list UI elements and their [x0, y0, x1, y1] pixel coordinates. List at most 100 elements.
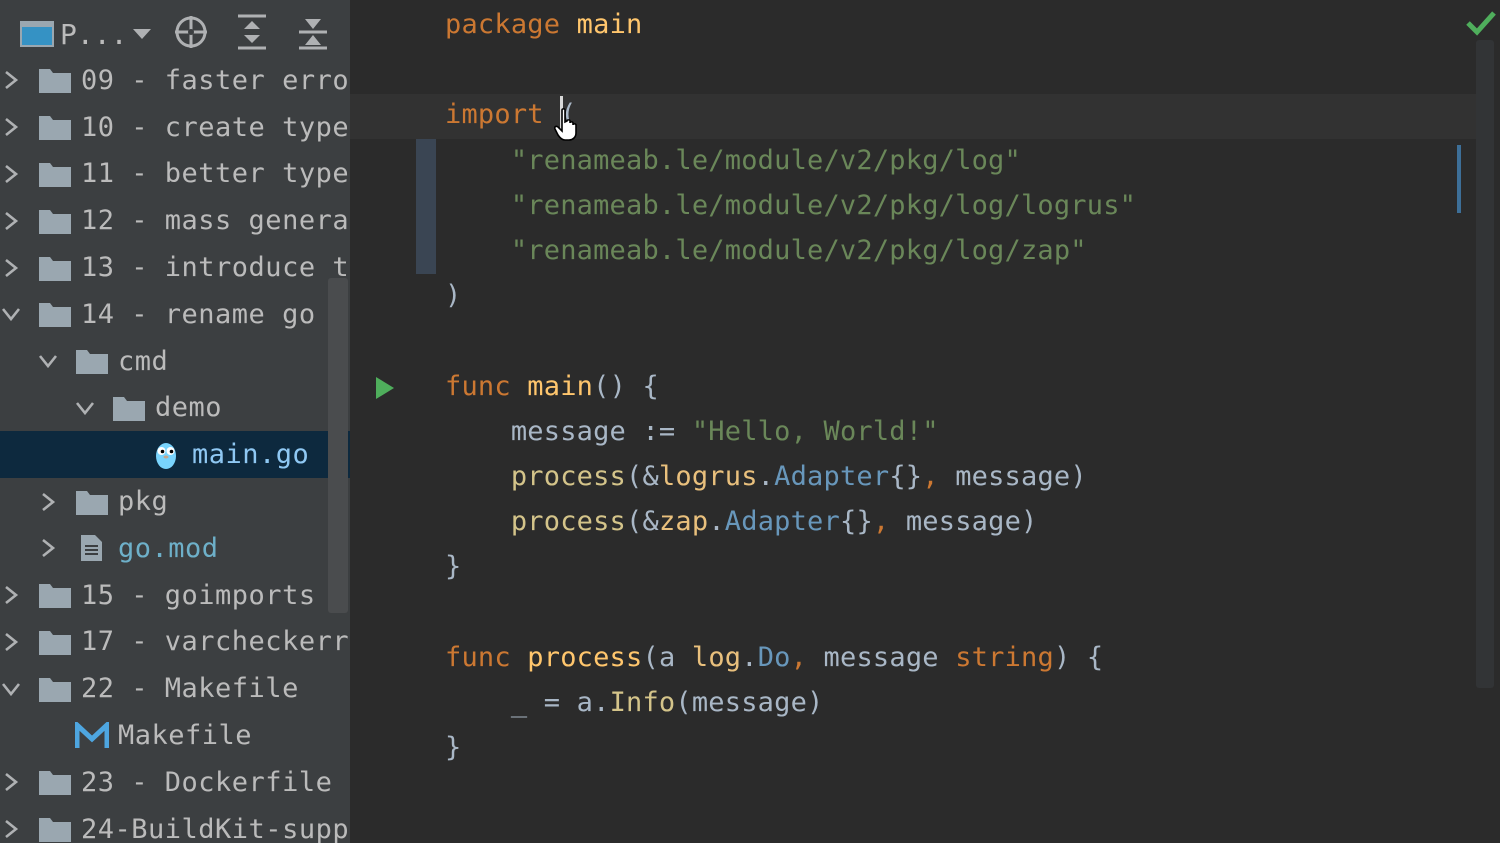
- code-token: Adapter: [724, 506, 840, 538]
- tree-item[interactable]: 14 - rename go m: [0, 291, 350, 338]
- code-line[interactable]: }: [445, 551, 461, 582]
- vcs-change-marker[interactable]: [416, 139, 436, 274]
- code-token: process: [445, 506, 627, 538]
- code-line[interactable]: "renameab.le/module/v2/pkg/log": [445, 145, 1021, 176]
- code-token: import: [445, 99, 544, 131]
- tree-item[interactable]: 11 - better type: [0, 151, 350, 198]
- code-line[interactable]: _ = a.Info(message): [445, 687, 824, 718]
- tree-item[interactable]: main.go: [0, 431, 350, 479]
- collapse-all-button[interactable]: [296, 14, 330, 54]
- chevron-right-icon[interactable]: [0, 210, 22, 232]
- tree-item[interactable]: go.mod: [0, 525, 350, 572]
- tree-item[interactable]: Makefile: [0, 712, 350, 759]
- locate-file-button[interactable]: [172, 14, 210, 54]
- tree-item[interactable]: 24-BuildKit-supp: [0, 806, 350, 843]
- chevron-right-icon[interactable]: [37, 537, 59, 559]
- code-token: }: [445, 732, 462, 764]
- tree-item-label: 10 - create type: [81, 111, 350, 143]
- code-token: {}: [839, 506, 873, 538]
- code-token: process: [445, 461, 627, 492]
- chevron-right-icon[interactable]: [0, 771, 22, 793]
- run-icon[interactable]: [374, 375, 396, 401]
- tree-item-label: main.go: [192, 439, 310, 471]
- tree-item[interactable]: 10 - create type: [0, 104, 350, 151]
- tree-item-label: 22 - Makefile: [81, 673, 299, 705]
- tree-item-label: Makefile: [118, 720, 253, 752]
- chevron-right-icon[interactable]: [0, 116, 22, 138]
- makefile-icon: [75, 721, 109, 750]
- tree-item[interactable]: 17 - varcheckerr: [0, 619, 350, 666]
- folder-icon: [38, 768, 72, 796]
- chevron-right-icon[interactable]: [0, 818, 22, 840]
- code-line[interactable]: "renameab.le/module/v2/pkg/log/zap": [445, 235, 1087, 266]
- tree-item-label: 14 - rename go m: [81, 298, 350, 330]
- code-token: Adapter: [774, 461, 890, 492]
- code-line[interactable]: package main: [445, 9, 642, 40]
- code-line[interactable]: process(&logrus.Adapter{}, message): [445, 461, 1087, 492]
- tree-item[interactable]: 09 - faster erro: [0, 57, 350, 104]
- folder-icon: [38, 113, 72, 141]
- code-token: package: [445, 9, 561, 40]
- code-line[interactable]: ): [445, 280, 461, 311]
- folder-icon: [38, 207, 72, 235]
- code-token: message :=: [445, 415, 692, 447]
- tree-item[interactable]: 13 - introduce t: [0, 244, 350, 291]
- code-token: ) {: [1053, 641, 1104, 673]
- tree-item[interactable]: 15 - goimports l: [0, 572, 350, 619]
- project-tree-scrollbar[interactable]: [328, 278, 348, 613]
- checkmark-icon[interactable]: [1466, 10, 1496, 36]
- code-token: log: [691, 641, 742, 673]
- tree-item-label: 12 - mass genera: [81, 205, 350, 237]
- code-token: logrus: [658, 461, 758, 492]
- tree-item[interactable]: pkg: [0, 478, 350, 525]
- chevron-down-icon[interactable]: [37, 350, 59, 372]
- chevron-right-icon[interactable]: [37, 491, 59, 513]
- tree-item[interactable]: 22 - Makefile: [0, 665, 350, 712]
- code-token: ,: [872, 506, 890, 538]
- locate-icon: [172, 13, 210, 55]
- code-token: _ = a.: [445, 687, 610, 718]
- code-token: "renameab.le/module/v2/pkg/log": [445, 144, 1021, 176]
- project-view-icon: [20, 21, 54, 47]
- tree-item-label: demo: [155, 392, 223, 424]
- code-token: ,: [790, 641, 808, 673]
- chevron-right-icon[interactable]: [0, 163, 22, 185]
- tree-item[interactable]: 23 - Dockerfile: [0, 759, 350, 806]
- folder-icon: [38, 815, 72, 843]
- chevron-right-icon[interactable]: [0, 631, 22, 653]
- code-token: Info: [609, 687, 676, 718]
- code-token: zap: [658, 506, 709, 538]
- chevron-right-icon[interactable]: [0, 584, 22, 606]
- code-line[interactable]: func main() {: [445, 371, 659, 402]
- project-toolbar: P...: [0, 0, 350, 62]
- tree-item-label: 13 - introduce t: [81, 252, 350, 284]
- code-token: process: [510, 641, 643, 673]
- chevron-down-icon[interactable]: [74, 397, 96, 419]
- folder-icon: [112, 394, 146, 422]
- code-token: message): [889, 506, 1038, 538]
- code-line[interactable]: process(&zap.Adapter{}, message): [445, 506, 1037, 537]
- tree-item-label: 11 - better type: [81, 158, 350, 190]
- tree-item[interactable]: demo: [0, 385, 350, 432]
- tree-item[interactable]: 12 - mass genera: [0, 197, 350, 244]
- chevron-right-icon[interactable]: [0, 69, 22, 91]
- code-token: func: [445, 370, 511, 402]
- expand-all-button[interactable]: [235, 14, 269, 54]
- tree-item-label: pkg: [118, 486, 169, 518]
- tree-item[interactable]: cmd: [0, 338, 350, 385]
- code-line[interactable]: func process(a log.Do, message string) {: [445, 642, 1103, 673]
- code-line[interactable]: "renameab.le/module/v2/pkg/log/logrus": [445, 190, 1136, 221]
- folder-icon: [38, 254, 72, 282]
- code-editor[interactable]: package main import ( "renameab.le/module…: [350, 0, 1500, 843]
- folder-icon: [38, 581, 72, 609]
- code-line[interactable]: message := "Hello, World!": [445, 416, 939, 447]
- project-view-selector[interactable]: P...: [20, 14, 153, 54]
- chevron-down-icon[interactable]: [0, 678, 22, 700]
- code-line[interactable]: }: [445, 732, 461, 763]
- scroll-marker: [1457, 145, 1461, 213]
- chevron-right-icon[interactable]: [0, 257, 22, 279]
- chevron-down-icon[interactable]: [0, 303, 22, 325]
- editor-scrollbar[interactable]: [1476, 40, 1494, 688]
- code-token: () {: [593, 370, 659, 402]
- collapse-all-icon: [296, 13, 330, 55]
